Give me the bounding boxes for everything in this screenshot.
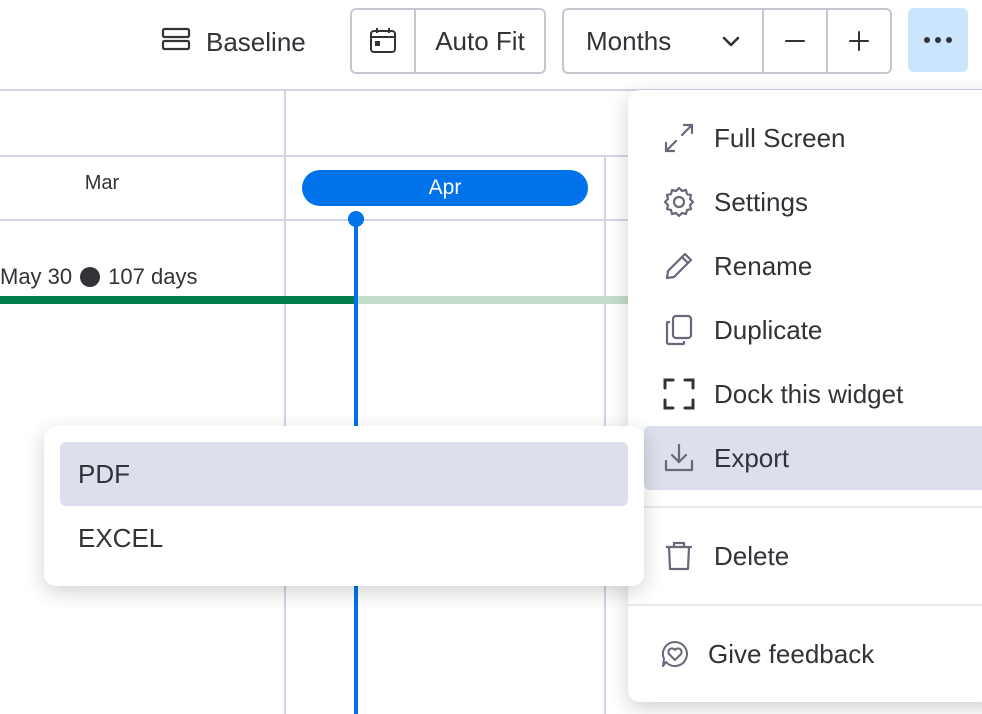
zoom-group: Months (562, 8, 892, 74)
menu-item-export[interactable]: Export (644, 426, 982, 490)
menu-item-label: Settings (714, 186, 808, 217)
month-label-current: Apr (302, 170, 588, 206)
menu-divider (628, 604, 982, 606)
menu-divider (628, 506, 982, 508)
auto-fit-button[interactable]: Auto Fit (414, 10, 544, 72)
gear-icon (663, 186, 695, 218)
months-label: Months (586, 25, 672, 56)
autofit-group: Auto Fit (350, 8, 546, 74)
menu-item-label: Delete (714, 540, 790, 571)
export-submenu: PDF EXCEL (44, 426, 644, 586)
plus-icon (849, 31, 869, 51)
zoom-in-button[interactable] (826, 10, 890, 72)
duration-label: 107 days (108, 264, 198, 289)
duplicate-icon (665, 314, 693, 346)
timeline-item-label: May 30 107 days (0, 264, 197, 290)
separator-dot-icon (80, 267, 101, 287)
pencil-icon (665, 252, 693, 280)
menu-item-dock-widget[interactable]: Dock this widget (644, 362, 982, 426)
menu-item-label: Dock this widget (714, 378, 904, 409)
menu-item-delete[interactable]: Delete (644, 524, 982, 588)
menu-item-give-feedback[interactable]: Give feedback (644, 622, 982, 686)
end-date-label: May 30 (0, 264, 73, 289)
menu-item-label: Export (714, 442, 790, 473)
menu-item-settings[interactable]: Settings (644, 170, 982, 234)
timeline-bar-remaining[interactable] (356, 296, 636, 304)
menu-item-label: Full Screen (714, 122, 846, 153)
calendar-button[interactable] (352, 10, 414, 72)
chevron-down-icon (722, 36, 740, 47)
months-dropdown[interactable]: Months (564, 10, 762, 72)
calendar-icon (370, 28, 396, 53)
today-marker-dot (348, 211, 364, 227)
download-icon (664, 443, 694, 472)
menu-item-label: Give feedback (708, 638, 875, 669)
menu-item-label: Duplicate (714, 314, 823, 345)
baseline-label: Baseline (206, 26, 306, 57)
dock-icon (663, 378, 695, 410)
month-label-mar: Mar (84, 172, 120, 194)
menu-item-rename[interactable]: Rename (644, 234, 982, 298)
menu-item-full-screen[interactable]: Full Screen (644, 106, 982, 170)
ellipsis-icon (924, 37, 952, 43)
baseline-icon (160, 23, 192, 62)
toolbar: Baseline Auto Fit Months (0, 0, 982, 90)
expand-icon (664, 123, 694, 153)
grid-column-divider (284, 90, 286, 714)
feedback-icon (661, 640, 688, 667)
timeline-bar-progress[interactable] (0, 296, 356, 304)
zoom-out-button[interactable] (762, 10, 826, 72)
minus-icon (785, 40, 805, 42)
export-option-excel[interactable]: EXCEL (60, 506, 628, 570)
export-option-pdf[interactable]: PDF (60, 442, 628, 506)
menu-item-label: Rename (714, 250, 813, 281)
baseline-button[interactable]: Baseline (150, 14, 316, 70)
more-options-button[interactable] (908, 8, 968, 72)
trash-icon (666, 541, 692, 571)
menu-item-duplicate[interactable]: Duplicate (644, 298, 982, 362)
widget-options-menu: Full Screen Settings Rename Duplicate Do… (628, 90, 982, 702)
